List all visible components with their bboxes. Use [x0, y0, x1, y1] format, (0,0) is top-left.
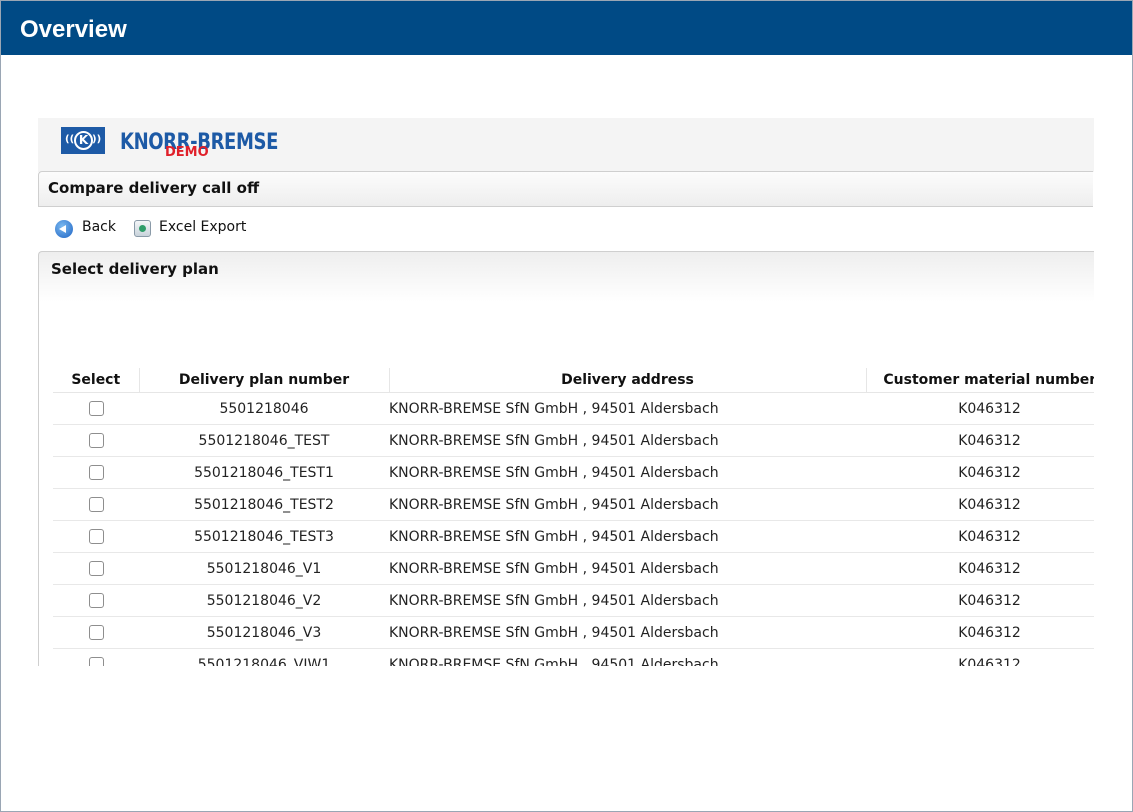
- plan-number-cell: 5501218046_VJW1: [139, 648, 389, 666]
- plan-number-cell: 5501218046_V2: [139, 584, 389, 617]
- delivery-address-cell: KNORR-BREMSE SfN GmbH , 94501 Aldersbach: [389, 392, 866, 425]
- material-number-cell: K046312: [866, 392, 1094, 425]
- delivery-address-cell: KNORR-BREMSE SfN GmbH , 94501 Aldersbach: [389, 488, 866, 521]
- select-checkbox[interactable]: [88, 401, 104, 416]
- page-title-bar: Compare delivery call off: [38, 171, 1093, 207]
- section-header: Select delivery plan: [38, 251, 1094, 302]
- select-checkbox[interactable]: [88, 465, 104, 480]
- delivery-address-cell: KNORR-BREMSE SfN GmbH , 94501 Aldersbach: [389, 456, 866, 489]
- material-number-cell: K046312: [866, 616, 1094, 649]
- table-row[interactable]: 5501218046_VJW1 KNORR-BREMSE SfN GmbH , …: [53, 648, 1094, 666]
- table-row[interactable]: 5501218046_TEST KNORR-BREMSE SfN GmbH , …: [53, 424, 1094, 457]
- delivery-address-cell: KNORR-BREMSE SfN GmbH , 94501 Aldersbach: [389, 552, 866, 585]
- delivery-address-cell: KNORR-BREMSE SfN GmbH , 94501 Aldersbach: [389, 584, 866, 617]
- plan-number-cell: 5501218046: [139, 392, 389, 425]
- back-button[interactable]: Back: [55, 218, 121, 238]
- delivery-address-cell: KNORR-BREMSE SfN GmbH , 94501 Aldersbach: [389, 424, 866, 457]
- column-header-delivery-address[interactable]: Delivery address: [388, 368, 866, 393]
- excel-export-button[interactable]: Excel Export: [134, 218, 254, 238]
- table-row[interactable]: 5501218046_V3 KNORR-BREMSE SfN GmbH , 94…: [53, 616, 1094, 649]
- plan-number-cell: 5501218046_TEST3: [139, 520, 389, 553]
- slide-title-bar: Overview: [1, 1, 1132, 55]
- knorr-bremse-logo-icon: (( K )): [61, 127, 105, 154]
- select-checkbox[interactable]: [88, 625, 104, 640]
- table-row[interactable]: 5501218046_V1 KNORR-BREMSE SfN GmbH , 94…: [53, 552, 1094, 585]
- plan-number-cell: 5501218046_TEST: [139, 424, 389, 457]
- column-header-plan-number[interactable]: Delivery plan number: [138, 368, 389, 393]
- excel-export-icon: [134, 220, 151, 237]
- column-header-select[interactable]: Select: [53, 368, 139, 393]
- material-number-cell: K046312: [866, 456, 1094, 489]
- plan-number-cell: 5501218046_TEST2: [139, 488, 389, 521]
- material-number-cell: K046312: [866, 584, 1094, 617]
- table-row[interactable]: 5501218046_TEST1 KNORR-BREMSE SfN GmbH ,…: [53, 456, 1094, 489]
- back-arrow-icon: [55, 220, 73, 238]
- column-header-material-number[interactable]: Customer material number: [865, 368, 1094, 393]
- select-checkbox[interactable]: [88, 497, 104, 512]
- slide-title: Overview: [20, 16, 127, 43]
- toolbar: Back Excel Export: [38, 208, 1094, 248]
- delivery-address-cell: KNORR-BREMSE SfN GmbH , 94501 Aldersbach: [389, 616, 866, 649]
- excel-export-label: Excel Export: [159, 219, 247, 235]
- section-title: Select delivery plan: [51, 260, 219, 278]
- plan-number-cell: 5501218046_TEST1: [139, 456, 389, 489]
- material-number-cell: K046312: [866, 552, 1094, 585]
- plan-number-cell: 5501218046_V1: [139, 552, 389, 585]
- app-screenshot: (( K )) KNORR-BREMSE DEMO Compare delive…: [38, 118, 1094, 666]
- brand-header: (( K )) KNORR-BREMSE DEMO: [38, 118, 1094, 172]
- select-checkbox[interactable]: [88, 593, 104, 608]
- demo-badge: DEMO: [165, 145, 209, 160]
- select-checkbox[interactable]: [88, 657, 104, 666]
- delivery-plan-table: Select Delivery plan number Delivery add…: [53, 368, 1094, 666]
- table-header-row: Select Delivery plan number Delivery add…: [53, 368, 1094, 393]
- material-number-cell: K046312: [866, 520, 1094, 553]
- select-checkbox[interactable]: [88, 561, 104, 576]
- table-row[interactable]: 5501218046 KNORR-BREMSE SfN GmbH , 94501…: [53, 392, 1094, 425]
- back-button-label: Back: [82, 219, 116, 235]
- material-number-cell: K046312: [866, 424, 1094, 457]
- delivery-address-cell: KNORR-BREMSE SfN GmbH , 94501 Aldersbach: [389, 520, 866, 553]
- page-title: Compare delivery call off: [48, 179, 260, 197]
- select-checkbox[interactable]: [88, 529, 104, 544]
- section-border: [38, 302, 39, 666]
- delivery-address-cell: KNORR-BREMSE SfN GmbH , 94501 Aldersbach: [389, 648, 866, 666]
- select-checkbox[interactable]: [88, 433, 104, 448]
- plan-number-cell: 5501218046_V3: [139, 616, 389, 649]
- table-row[interactable]: 5501218046_V2 KNORR-BREMSE SfN GmbH , 94…: [53, 584, 1094, 617]
- table-row[interactable]: 5501218046_TEST3 KNORR-BREMSE SfN GmbH ,…: [53, 520, 1094, 553]
- material-number-cell: K046312: [866, 488, 1094, 521]
- material-number-cell: K046312: [866, 648, 1094, 666]
- table-row[interactable]: 5501218046_TEST2 KNORR-BREMSE SfN GmbH ,…: [53, 488, 1094, 521]
